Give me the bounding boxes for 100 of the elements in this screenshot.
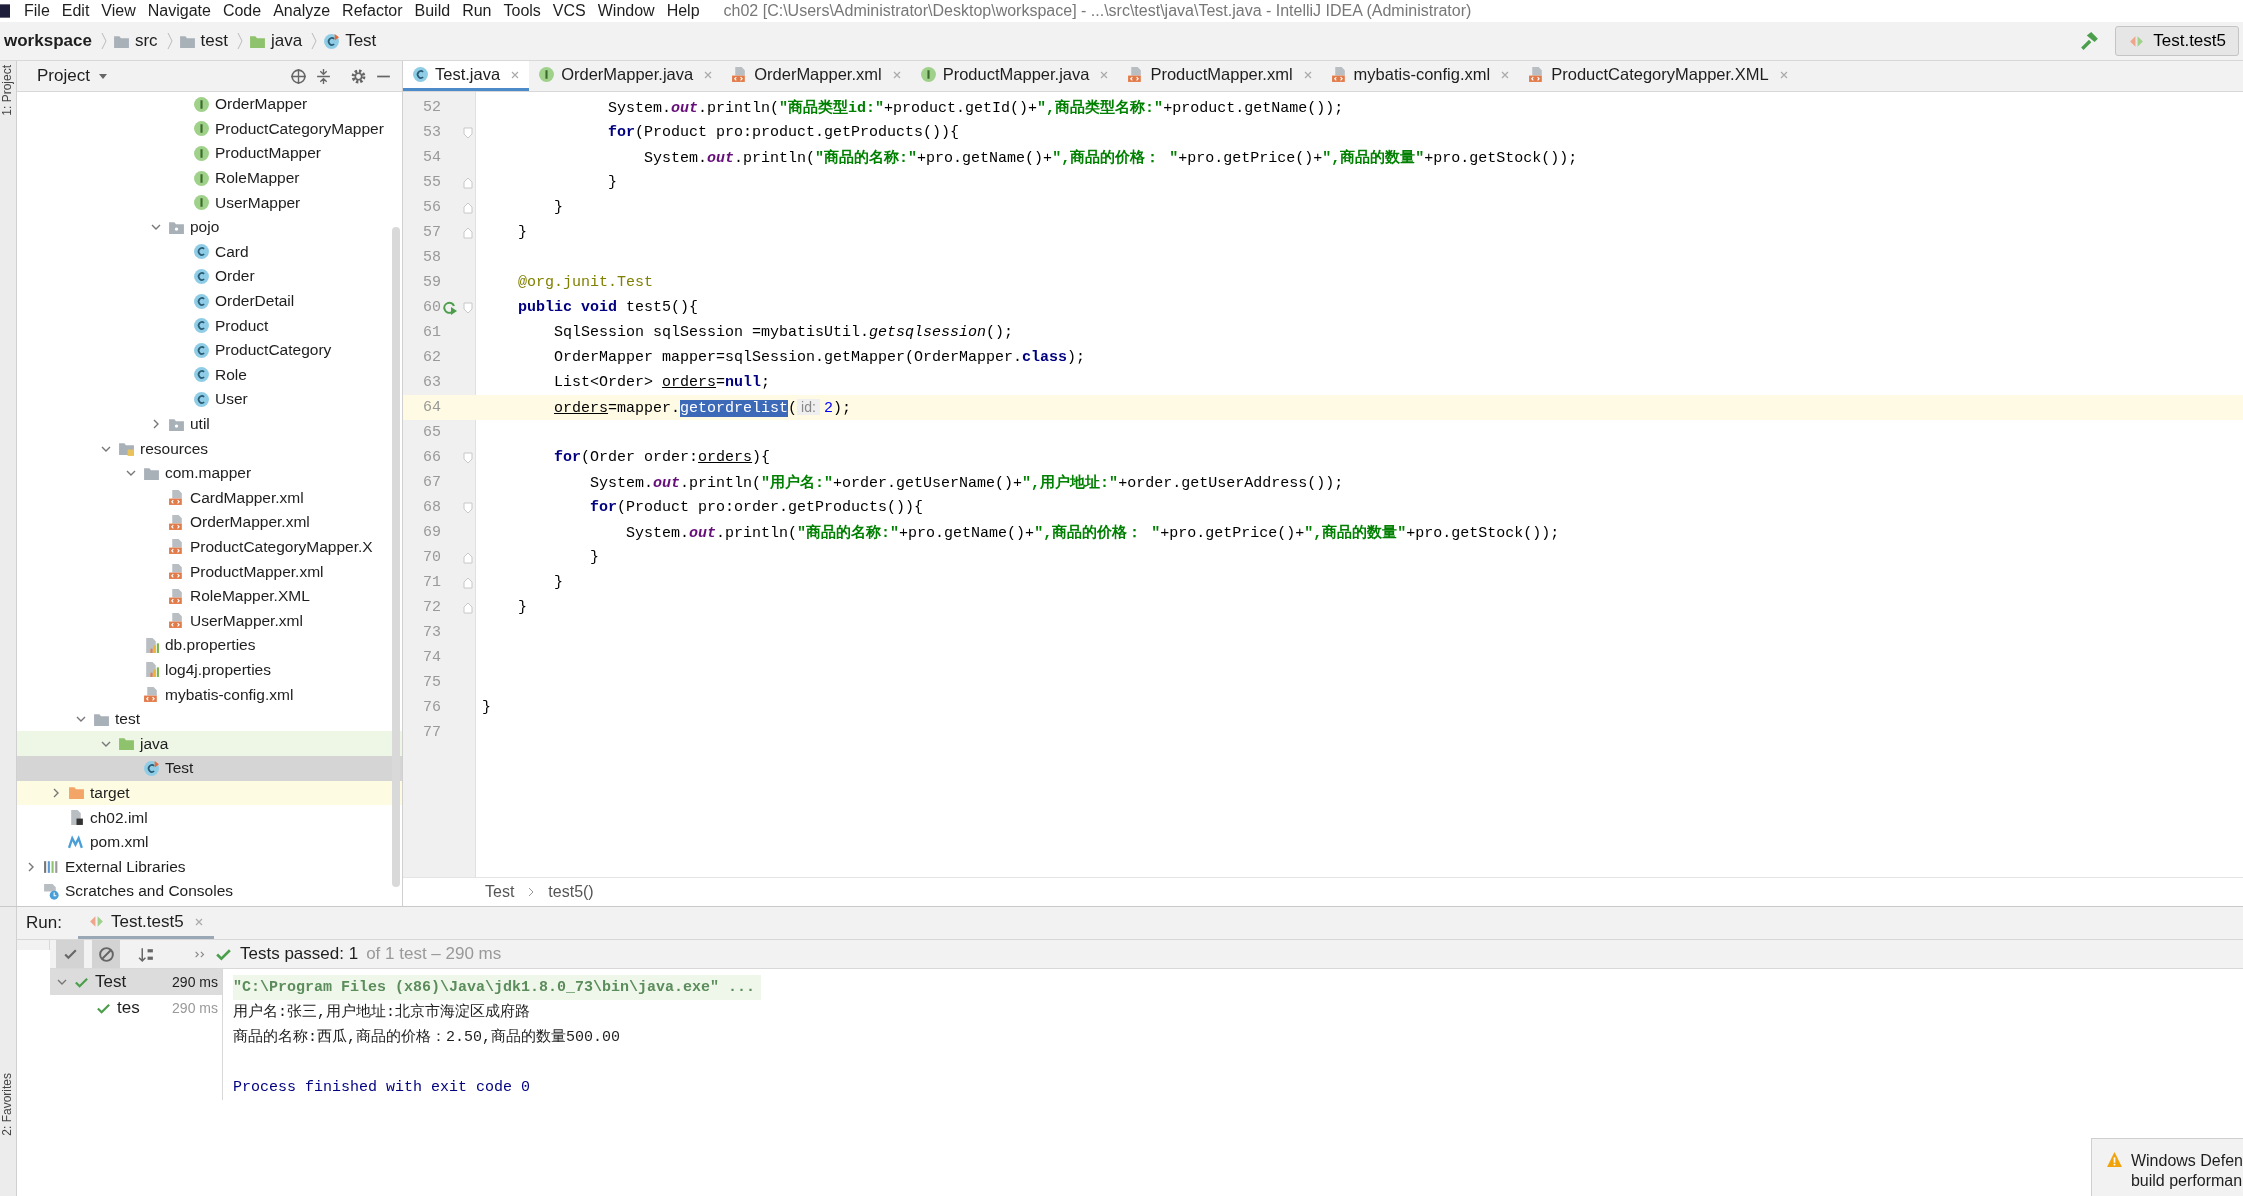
- tree-item[interactable]: pojo: [17, 214, 402, 240]
- collapse-icon[interactable]: [315, 67, 332, 85]
- notification-balloon[interactable]: Windows Defen build performan: [2090, 1138, 2243, 1196]
- target-icon[interactable]: [290, 67, 307, 85]
- tree-item[interactable]: Role: [17, 362, 402, 388]
- scrollbar[interactable]: [392, 227, 400, 887]
- line-number: 58: [422, 249, 441, 266]
- breadcrumb-item[interactable]: Test: [485, 883, 515, 901]
- test-tree-item[interactable]: tes 290 ms: [50, 995, 222, 1021]
- run-test-icon[interactable]: [441, 299, 459, 316]
- tree-item[interactable]: OrderMapper: [17, 92, 402, 117]
- tree-item[interactable]: mybatis-config.xml: [17, 682, 402, 707]
- close-icon[interactable]: [1302, 69, 1313, 80]
- tree-item[interactable]: CardMapper.xml: [17, 485, 402, 511]
- close-icon[interactable]: [193, 916, 204, 927]
- menu-item[interactable]: Run: [462, 2, 492, 20]
- tree-item[interactable]: Test: [17, 756, 402, 781]
- tree-item[interactable]: Order: [17, 264, 402, 289]
- test-tree-item[interactable]: Test 290 ms: [50, 969, 222, 995]
- tree-item[interactable]: RoleMapper: [17, 165, 402, 191]
- close-icon[interactable]: [510, 69, 521, 80]
- tree-item[interactable]: Card: [17, 239, 402, 265]
- menu-item[interactable]: Analyze: [273, 2, 331, 20]
- breadcrumb-item[interactable]: test: [200, 31, 228, 51]
- editor-tab[interactable]: ProductMapper.xml: [1118, 61, 1322, 91]
- close-icon[interactable]: [1778, 69, 1789, 80]
- menu-item[interactable]: View: [101, 2, 136, 20]
- hammer-icon[interactable]: [2079, 31, 2100, 51]
- fold-icon[interactable]: [463, 201, 473, 214]
- tree-item[interactable]: OrderDetail: [17, 288, 402, 314]
- tree-item[interactable]: ProductCategoryMapper.X: [17, 534, 402, 560]
- settings-icon[interactable]: [350, 67, 367, 85]
- editor-tab[interactable]: mybatis-config.xml: [1321, 61, 1520, 91]
- fold-icon[interactable]: [463, 301, 473, 314]
- tree-item[interactable]: ProductCategory: [17, 337, 402, 363]
- tree-item[interactable]: ch02.iml: [17, 805, 402, 830]
- menu-item[interactable]: Tools: [503, 2, 541, 20]
- menu-item[interactable]: Refactor: [342, 2, 403, 20]
- tree-item[interactable]: ProductMapper: [17, 141, 402, 166]
- project-tool-tab[interactable]: 1: Project: [0, 65, 14, 116]
- fold-icon[interactable]: [463, 126, 473, 139]
- breadcrumb-item[interactable]: test5(): [548, 883, 594, 901]
- editor-tab[interactable]: ProductMapper.java: [910, 61, 1119, 91]
- sort-icon[interactable]: [138, 945, 155, 963]
- tree-item[interactable]: test: [17, 706, 402, 732]
- run-configuration-dropdown[interactable]: Test.test5: [2115, 26, 2239, 56]
- tree-item[interactable]: java: [17, 731, 402, 757]
- editor-tab[interactable]: OrderMapper.java: [529, 61, 723, 91]
- breadcrumb-item[interactable]: Test: [345, 31, 377, 51]
- tree-item[interactable]: ProductMapper.xml: [17, 559, 402, 584]
- editor-tab[interactable]: OrderMapper.xml: [722, 61, 911, 91]
- panel-title[interactable]: Project: [37, 66, 90, 86]
- close-icon[interactable]: [891, 69, 902, 80]
- breadcrumb-item[interactable]: java: [270, 31, 303, 51]
- editor-tab[interactable]: Test.java: [403, 61, 530, 91]
- tree-item[interactable]: com.mapper: [17, 460, 402, 486]
- fold-icon[interactable]: [463, 576, 473, 589]
- fold-icon[interactable]: [463, 176, 473, 189]
- menu-item[interactable]: File: [24, 2, 50, 20]
- show-passed-toggle[interactable]: [56, 940, 84, 968]
- close-icon[interactable]: [703, 69, 714, 80]
- favorites-tool-tab[interactable]: 2: Favorites: [0, 1073, 14, 1136]
- caret-icon[interactable]: [97, 71, 108, 81]
- interface-icon: [193, 145, 210, 162]
- tree-item[interactable]: External Libraries: [17, 854, 402, 879]
- notification-text: build performan: [2130, 1171, 2243, 1191]
- menu-item[interactable]: Code: [222, 2, 262, 20]
- tree-item[interactable]: UserMapper: [17, 190, 402, 215]
- fold-icon[interactable]: [463, 601, 473, 614]
- editor-tab[interactable]: ProductCategoryMapper.XML: [1519, 61, 1798, 91]
- breadcrumb-item[interactable]: src: [134, 31, 158, 51]
- menu-item[interactable]: Window: [597, 2, 655, 20]
- tree-item[interactable]: ProductCategoryMapper: [17, 116, 402, 142]
- menu-item[interactable]: VCS: [552, 2, 586, 20]
- tree-item[interactable]: Scratches and Consoles: [17, 879, 402, 904]
- tree-item[interactable]: util: [17, 411, 402, 437]
- fold-icon[interactable]: [463, 226, 473, 239]
- menu-item[interactable]: Build: [414, 2, 451, 20]
- fold-icon[interactable]: [463, 451, 473, 464]
- tree-item[interactable]: Product: [17, 313, 402, 338]
- close-icon[interactable]: [1099, 69, 1110, 80]
- tree-item[interactable]: User: [17, 387, 402, 412]
- tree-item[interactable]: OrderMapper.xml: [17, 510, 402, 535]
- show-ignored-toggle[interactable]: [92, 940, 120, 968]
- code-line: for(Order order:orders){: [553, 449, 771, 466]
- fold-icon[interactable]: [463, 551, 473, 564]
- menu-item[interactable]: Edit: [61, 2, 90, 20]
- tree-item[interactable]: pom.xml: [17, 829, 402, 855]
- tree-item[interactable]: resources: [17, 436, 402, 461]
- tree-item[interactable]: db.properties: [17, 633, 402, 658]
- fold-icon[interactable]: [463, 501, 473, 514]
- tree-item[interactable]: log4j.properties: [17, 657, 402, 683]
- breadcrumb-item[interactable]: workspace: [4, 31, 92, 51]
- menu-item[interactable]: Help: [666, 2, 700, 20]
- blocked-icon: [97, 945, 115, 963]
- menu-item[interactable]: Navigate: [147, 2, 211, 20]
- tree-item[interactable]: UserMapper.xml: [17, 608, 402, 634]
- tree-item[interactable]: target: [17, 780, 402, 806]
- tree-item[interactable]: RoleMapper.XML: [17, 583, 402, 609]
- close-icon[interactable]: [1500, 69, 1511, 80]
